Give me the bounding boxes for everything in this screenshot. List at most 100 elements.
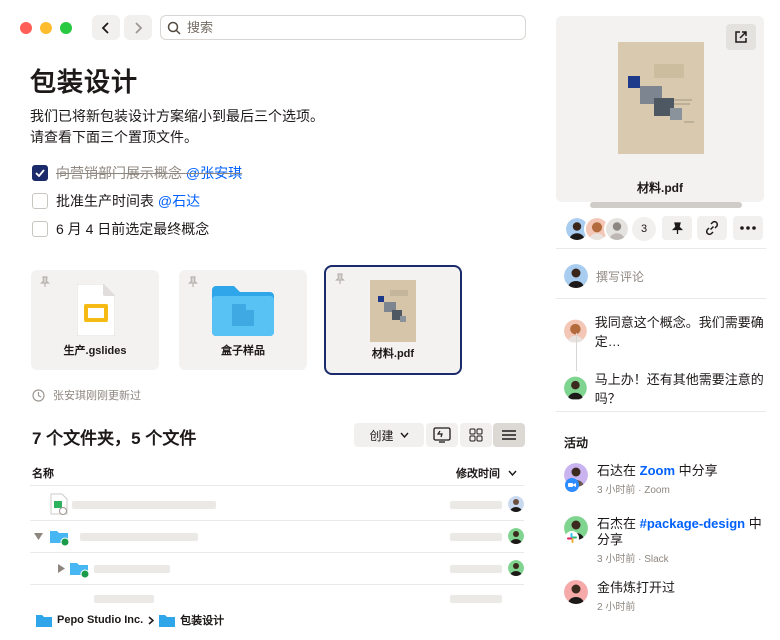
table-row[interactable]: [30, 585, 524, 603]
folder-icon: [212, 286, 274, 336]
activity-avatar: [564, 463, 588, 492]
table-row[interactable]: [30, 489, 524, 521]
task-checkbox[interactable]: [32, 221, 48, 237]
pin-button[interactable]: [662, 216, 692, 240]
more-icon: [740, 226, 756, 230]
back-button[interactable]: [92, 15, 120, 40]
folder-icon: [159, 614, 176, 627]
column-header-name[interactable]: 名称: [32, 465, 54, 481]
avatar: [564, 264, 588, 288]
column-header-modified-label: 修改时间: [456, 468, 500, 480]
comment-placeholder[interactable]: 撰写评论: [596, 268, 644, 285]
description-line: 我们已将新包装设计方案缩小到最后三个选项。: [30, 108, 324, 124]
table-row[interactable]: [30, 521, 524, 553]
chevron-right-icon: [135, 21, 143, 34]
card-label: 盒子样品: [221, 345, 265, 357]
activity-link[interactable]: #package-design: [640, 516, 746, 531]
mention-link[interactable]: @张安琪: [186, 165, 242, 181]
clock-icon: [32, 388, 45, 402]
slack-icon: [565, 531, 579, 545]
copy-link-button[interactable]: [697, 216, 727, 240]
chevron-down-icon[interactable]: [34, 533, 43, 541]
extra-people-count[interactable]: 3: [632, 217, 656, 241]
update-text: 张安琪刚刚更新过: [53, 390, 141, 402]
pinned-card[interactable]: 生产.gslides: [31, 270, 159, 370]
zoom-window-button[interactable]: [60, 22, 72, 34]
chevron-right-icon[interactable]: [58, 564, 65, 573]
minimize-window-button[interactable]: [40, 22, 52, 34]
activity-text: 石杰在 #package-design 中分享: [597, 516, 762, 547]
table-row[interactable]: [30, 553, 524, 585]
sheet-file-icon: [50, 493, 68, 515]
folder-icon: [36, 614, 52, 627]
grid-view-button[interactable]: [460, 423, 492, 447]
pinned-card-selected[interactable]: 材料.pdf: [324, 265, 462, 375]
placeholder-bar: [450, 501, 502, 509]
forward-button[interactable]: [124, 15, 152, 40]
breadcrumb-current[interactable]: 包装设计: [180, 612, 224, 628]
open-external-button[interactable]: [726, 24, 756, 50]
pin-icon: [671, 221, 683, 234]
shared-with-avatars[interactable]: 3: [564, 216, 656, 242]
search-icon: [167, 21, 181, 35]
avatar: [508, 560, 524, 576]
placeholder-bar: [80, 533, 198, 541]
close-window-button[interactable]: [20, 22, 32, 34]
avatar: [508, 496, 524, 512]
task-checkbox[interactable]: [32, 193, 48, 209]
more-options-button[interactable]: [733, 216, 763, 240]
preview-scrollbar[interactable]: [590, 202, 742, 208]
placeholder-bar: [450, 595, 502, 603]
chevron-down-icon: [508, 470, 517, 476]
activity-item[interactable]: 石达在 Zoom 中分享 3 小时前 · Zoom: [564, 463, 718, 496]
comment-text: 马上办！还有其他需要注意的吗？: [594, 372, 764, 406]
page-description: 我们已将新包装设计方案缩小到最后三个选项。 请查看下面三个置顶文件。: [30, 106, 324, 148]
create-label: 创建: [369, 428, 394, 443]
avatar: [508, 528, 524, 544]
activity-item[interactable]: 金伟炼打开过 2 小时前: [564, 580, 675, 613]
description-line: 请查看下面三个置顶文件。: [30, 129, 198, 145]
header-divider: [30, 485, 524, 486]
list-icon: [502, 430, 516, 440]
comment-item[interactable]: 马上办！还有其他需要注意的吗？: [564, 369, 780, 407]
pin-icon: [188, 276, 198, 287]
link-icon: [705, 220, 719, 236]
task-checkbox-checked[interactable]: [32, 165, 48, 181]
activity-meta: 3 小时前 · Zoom: [597, 485, 670, 496]
list-view-button[interactable]: [493, 423, 525, 447]
desktop-view-button[interactable]: [426, 423, 458, 447]
search-input[interactable]: [187, 20, 507, 35]
task-item: 批准生产时间表 @石达: [32, 191, 200, 211]
column-header-modified[interactable]: 修改时间: [456, 465, 517, 481]
activity-avatar: [564, 516, 588, 545]
divider: [556, 298, 766, 299]
checkmark-icon: [35, 169, 45, 177]
avatar: [564, 580, 588, 604]
update-notice: 张安琪刚刚更新过: [32, 387, 141, 403]
placeholder-bar: [94, 565, 170, 573]
comment-item[interactable]: 我同意这个概念。我们需要确定…: [564, 312, 780, 350]
chevron-right-icon: [148, 615, 155, 625]
activity-item[interactable]: 石杰在 #package-design 中分享 3 小时前 · Slack: [564, 516, 767, 565]
pdf-preview-image: [618, 42, 704, 154]
chevron-left-icon: [101, 21, 109, 34]
divider: [556, 411, 766, 412]
mention-link[interactable]: @石达: [158, 193, 200, 209]
zoom-icon: [565, 478, 579, 492]
task-item: 6 月 4 日前选定最终概念: [32, 219, 209, 239]
comment-text: 我同意这个概念。我们需要确定…: [594, 315, 764, 349]
card-label: 材料.pdf: [371, 348, 415, 360]
slides-icon: [77, 284, 115, 336]
placeholder-bar: [450, 533, 502, 541]
activity-link[interactable]: Zoom: [640, 463, 675, 478]
comment-composer[interactable]: 撰写评论: [564, 264, 644, 288]
avatar: [564, 376, 587, 400]
pinned-card[interactable]: 盒子样品: [179, 270, 307, 370]
search-bar[interactable]: [160, 15, 526, 40]
breadcrumb-root[interactable]: Pepo Studio Inc.: [57, 614, 143, 626]
create-button[interactable]: 创建: [354, 423, 424, 447]
activity-text: 金伟炼打开过: [597, 580, 676, 595]
chevron-down-icon: [399, 432, 409, 438]
task-item: 向营销部门展示概念 @张安琪: [32, 163, 242, 183]
breadcrumb: Pepo Studio Inc. 包装设计: [36, 612, 224, 628]
